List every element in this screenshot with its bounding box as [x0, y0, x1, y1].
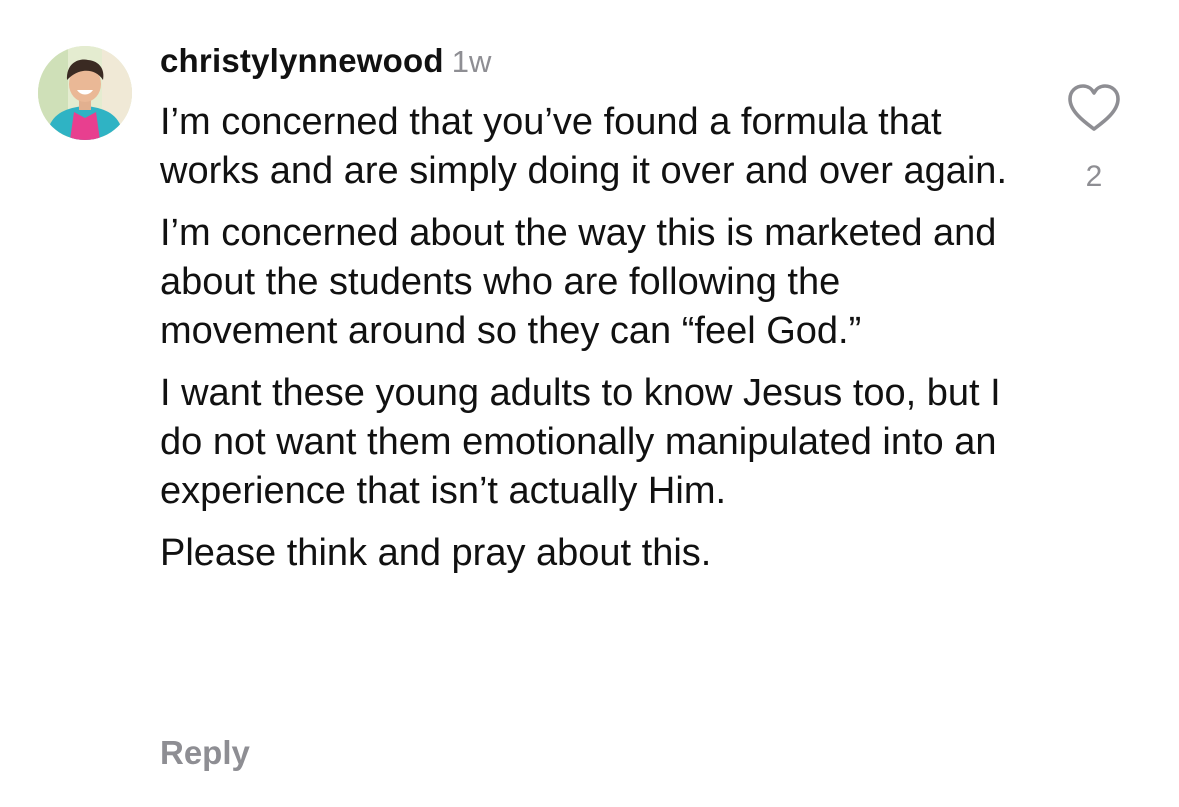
comment-paragraph: I’m concerned that you’ve found a formul…	[160, 101, 1008, 192]
comment-paragraph: I’m concerned about the way this is mark…	[160, 212, 997, 352]
reply-button[interactable]: Reply	[160, 734, 250, 772]
like-button[interactable]	[1066, 82, 1122, 134]
comment-paragraph: I want these young adults to know Jesus …	[160, 372, 1001, 512]
like-count: 2	[1085, 160, 1103, 193]
comment-paragraph: Please think and pray about this.	[160, 532, 712, 574]
comment-header: christylynnewood 1w	[160, 42, 491, 80]
username-link[interactable]: christylynnewood	[160, 42, 444, 79]
comment-body: I’m concerned that you’ve found a formul…	[160, 98, 1020, 591]
avatar[interactable]	[38, 46, 132, 140]
heart-outline-icon	[1068, 84, 1120, 131]
avatar-photo	[38, 46, 132, 140]
comment-item: christylynnewood 1w I’m concerned that yo…	[0, 0, 1179, 807]
comment-timestamp: 1w	[451, 44, 492, 79]
